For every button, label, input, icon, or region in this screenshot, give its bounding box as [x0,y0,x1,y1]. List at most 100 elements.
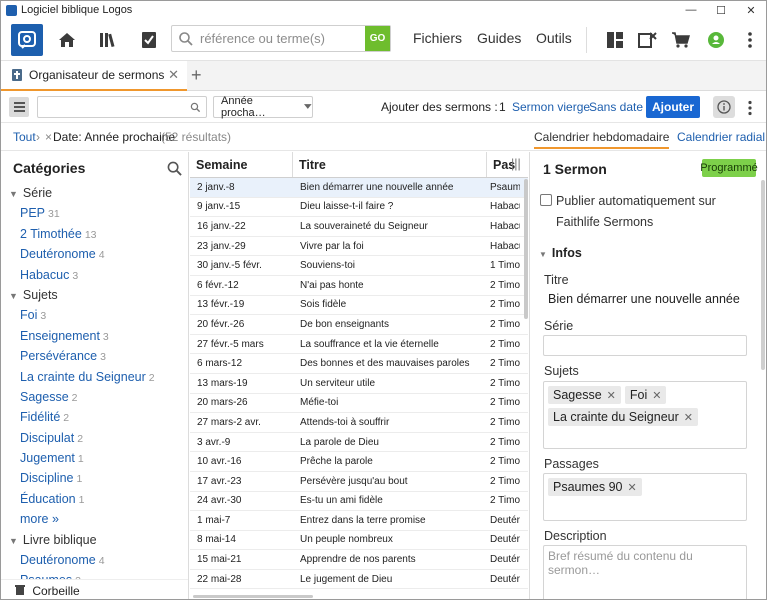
maximize-button[interactable]: ☐ [706,1,736,19]
group-livre-biblique[interactable]: ▼ Livre biblique [1,530,188,550]
more-menu-icon[interactable] [736,26,764,54]
table-row[interactable]: 6 mars-12 Des bonnes et des mauvaises par… [190,354,528,374]
passage-cell: Habacu [490,201,520,213]
table-row[interactable]: 9 janv.-15 Dieu laisse-t-il faire ? Habacu [190,198,528,218]
trash-button[interactable]: Corbeille [1,579,188,599]
close-window-button[interactable]: ✕ [736,1,766,19]
panel-menu-icon[interactable] [9,97,29,117]
series-field[interactable] [543,335,747,356]
title-cell: Le jugement de Dieu [300,573,393,585]
blank-sermon-link[interactable]: Sermon vierge [512,100,590,114]
info-icon[interactable] [713,96,735,118]
category-item[interactable]: Sagesse 2 [1,387,188,407]
table-row[interactable]: 10 avr.-16 Prêche la parole 2 Timot [190,452,528,472]
category-item[interactable]: Habacuc 3 [1,265,188,285]
menu-guides[interactable]: Guides [477,30,521,46]
weekly-calendar-link[interactable]: Calendrier hebdomadaire [534,130,670,149]
breadcrumb-all[interactable]: Tout [13,130,36,144]
category-item[interactable]: Enseignement 3 [1,326,188,346]
category-item[interactable]: Discipulat 2 [1,428,188,448]
panel-toolbar: Année procha… Ajouter des sermons : 1 Se… [1,91,766,123]
week-cell: 15 mai-21 [197,554,242,566]
home-icon[interactable] [53,26,81,54]
passage-chip[interactable]: Psaumes 90 ✕ [548,478,642,496]
search-input[interactable]: référence ou terme(s) [200,31,365,46]
table-row[interactable]: 24 avr.-30 Es-tu un ami fidèle 2 Timot [190,492,528,512]
category-item[interactable]: Persévérance 3 [1,346,188,366]
cart-icon[interactable] [667,26,695,54]
group-sujets[interactable]: ▼ Sujets [1,285,188,305]
categories-search-icon[interactable] [167,161,182,176]
search-box[interactable]: référence ou terme(s) GO [171,25,391,52]
table-row[interactable]: 23 janv.-29 Vivre par la foi Habacu [190,237,528,257]
group-serie[interactable]: ▼ Série [1,183,188,203]
new-tab-button[interactable]: + [191,65,202,86]
category-item[interactable]: La crainte du Seigneur 2 [1,367,188,387]
table-row[interactable]: 22 mai-28 Le jugement de Dieu Deutéro [190,570,528,590]
panel-more-icon[interactable] [747,100,753,116]
table-row[interactable]: 16 janv.-22 La souveraineté du Seigneur Ha… [190,217,528,237]
tab-close-icon[interactable]: ✕ [168,67,179,83]
table-row[interactable]: 20 mars-26 Méfie-toi 2 Timot [190,394,528,414]
layouts-icon[interactable] [601,26,629,54]
passages-field[interactable]: Psaumes 90 ✕ [543,473,747,521]
table-vertical-scrollbar[interactable] [524,179,528,319]
radial-calendar-link[interactable]: Calendrier radial [677,130,765,144]
category-item[interactable]: Fidélité 2 [1,407,188,427]
menu-outils[interactable]: Outils [536,30,572,46]
table-row[interactable]: 3 avr.-9 La parole de Dieu 2 Timot [190,433,528,453]
table-row[interactable]: 8 mai-14 Un peuple nombreux Deutéro [190,531,528,551]
topic-chip[interactable]: Foi ✕ [624,386,667,404]
category-item[interactable]: Deutéronome 4 [1,550,188,570]
logos-logo-button[interactable] [11,23,43,56]
category-item[interactable]: Discipline 1 [1,468,188,488]
table-row[interactable]: 1 mai-7 Entrez dans la terre promise Deuté… [190,511,528,531]
category-item[interactable]: Deutéronome 4 [1,244,188,264]
table-horizontal-scrollbar[interactable] [193,595,313,598]
table-row[interactable]: 15 mai-21 Apprendre de nos parents Deutéro [190,550,528,570]
table-row[interactable]: 27 févr.-5 mars La souffrance et la vie é… [190,335,528,355]
category-item[interactable]: 2 Timothée 13 [1,224,188,244]
tasks-icon[interactable] [135,26,163,54]
table-row[interactable]: 20 févr.-26 De bon enseignants 2 Timot [190,315,528,335]
week-cell: 2 janv.-8 [197,181,235,193]
table-row[interactable]: 30 janv.-5 févr. Souviens-toi 1 Timot [190,256,528,276]
table-row[interactable]: 13 févr.-19 Sois fidèle 2 Timot [190,296,528,316]
topic-chip[interactable]: Sagesse ✕ [548,386,621,404]
category-item[interactable]: Foi 3 [1,305,188,325]
tab-sermon-organizer[interactable]: Organisateur de sermons ✕ [1,61,187,91]
remove-filter-icon[interactable]: × [45,130,52,144]
menu-fichiers[interactable]: Fichiers [413,30,462,46]
infos-section[interactable]: ▼ Infos [539,246,582,260]
go-button[interactable]: GO [365,26,390,51]
detail-scrollbar[interactable] [761,180,765,370]
table-row[interactable]: 6 févr.-12 N'ai pas honte 2 Timot [190,276,528,296]
close-panels-icon[interactable] [634,26,662,54]
table-row[interactable]: 17 avr.-23 Persévère jusqu'au bout 2 Timot [190,472,528,492]
column-passage[interactable]: Pas ||| [487,152,528,177]
table-row[interactable]: 13 mars-19 Un serviteur utile 2 Timot [190,374,528,394]
column-chooser-icon[interactable]: ||| [511,157,521,171]
table-row[interactable]: 2 janv.-8 Bien démarrer une nouvelle anné… [190,178,528,198]
column-title[interactable]: Titre [293,152,487,177]
category-item[interactable]: Jugement 1 [1,448,188,468]
no-date-link[interactable]: Sans date [589,100,643,114]
minimize-button[interactable]: — [676,1,706,19]
filter-input[interactable] [37,96,207,118]
topic-chip[interactable]: La crainte du Seigneur ✕ [548,408,698,426]
topics-field[interactable]: Sagesse ✕ Foi ✕ La crainte du Seigneur ✕ [543,381,747,449]
table-row[interactable]: 27 mars-2 avr. Attends-toi à souffrir 2 Ti… [190,413,528,433]
publish-checkbox[interactable] [540,194,552,206]
date-filter-select[interactable]: Année procha… [213,95,313,119]
categories-sidebar: Catégories ▼ Série PEP 31 2 Timothée 13 Deu… [1,152,189,599]
category-item[interactable]: Éducation 1 [1,489,188,509]
user-avatar-icon[interactable] [702,26,730,54]
title-field[interactable]: Bien démarrer une nouvelle année [543,290,747,310]
column-week[interactable]: Semaine [190,152,293,177]
sermon-count-input[interactable]: 1 [499,100,506,114]
description-field[interactable]: Bref résumé du contenu du sermon… [543,545,747,599]
add-button[interactable]: Ajouter [646,96,700,118]
more-link[interactable]: more » [1,509,188,529]
library-icon[interactable] [95,26,123,54]
category-item[interactable]: PEP 31 [1,203,188,223]
